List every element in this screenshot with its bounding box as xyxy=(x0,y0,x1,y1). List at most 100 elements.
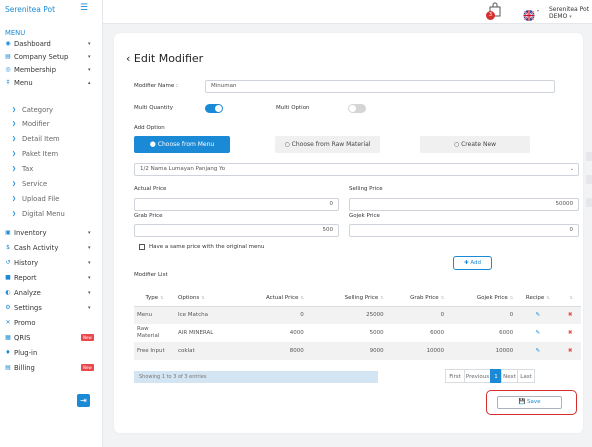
table-body: Menu Ice Matcha 0 25000 0 0 ✎ ✖ Raw Material AIR … xyxy=(134,306,581,360)
grab-price-input[interactable]: 500 xyxy=(134,224,339,237)
menu-select[interactable]: 1/2 Nama Lumayan Panjang Yo ⌄ xyxy=(134,163,579,176)
delete-icon[interactable]: ✖ xyxy=(559,324,581,342)
multi-quantity-label: Multi Quantity xyxy=(134,105,173,111)
page-next-button[interactable]: Next xyxy=(501,369,518,383)
column-header-label: Recipe xyxy=(525,294,545,301)
menu-icon: ◐ xyxy=(5,289,11,296)
side-tab[interactable] xyxy=(586,198,592,207)
chevron-down-icon: ▾ xyxy=(88,230,91,236)
sidebar-item-qris[interactable]: ▦ QRIS New xyxy=(0,332,103,344)
column-header-label: Type xyxy=(145,294,159,301)
column-header[interactable]: Gojek Price ⇅ xyxy=(447,290,517,307)
grab-price-label: Grab Price xyxy=(134,213,163,219)
modifier-name-input[interactable]: Minuman xyxy=(205,80,555,93)
sidebar-item-promo[interactable]: ✕ Promo xyxy=(0,317,103,329)
menu-icon: ◉ xyxy=(5,40,11,47)
sidebar-item-digital-menu[interactable]: ❯ Digital Menu xyxy=(0,208,103,220)
column-header[interactable]: ⇅ xyxy=(559,290,581,307)
side-tab[interactable] xyxy=(586,175,592,184)
sidebar-item-tax[interactable]: ❯ Tax xyxy=(0,163,103,175)
sort-icon: ⇅ xyxy=(569,294,573,300)
sidebar-item-upload-file[interactable]: ❯ Upload File xyxy=(0,193,103,205)
edit-icon[interactable]: ✎ xyxy=(516,306,560,324)
uk-flag-icon[interactable] xyxy=(522,6,536,25)
sidebar-item-cash-activity[interactable]: $ Cash Activity ▾ xyxy=(0,242,103,254)
column-header[interactable]: Recipe ⇅ xyxy=(516,290,560,307)
sidebar-item-dashboard[interactable]: ◉ Dashboard ▾ xyxy=(0,38,103,50)
delete-icon[interactable]: ✖ xyxy=(559,306,581,324)
sidebar-item-label: Detail Item xyxy=(22,135,60,143)
delete-icon[interactable]: ✖ xyxy=(559,342,581,360)
sidebar-item-settings[interactable]: ⚙ Settings ▾ xyxy=(0,302,103,314)
menu-icon: ▦ xyxy=(5,334,11,341)
back-icon[interactable]: ‹ xyxy=(126,52,130,65)
column-header[interactable]: Actual Price ⇅ xyxy=(233,290,307,307)
column-header[interactable]: Selling Price ⇅ xyxy=(306,290,387,307)
add-button[interactable]: ✚ Add xyxy=(453,256,492,270)
sidebar-item-membership[interactable]: ◎ Membership ▾ xyxy=(0,64,103,76)
sidebar-item-detail-item[interactable]: ❯ Detail Item xyxy=(0,133,103,145)
language-chevron-icon[interactable]: ▾ xyxy=(537,8,539,13)
table-row: Raw Material AIR MINERAL 4000 5000 6000 6000 ✎… xyxy=(134,324,581,342)
sidebar-item-billing[interactable]: ▤ Billing New xyxy=(0,362,103,374)
edit-icon[interactable]: ✎ xyxy=(516,324,559,342)
choose-from-menu-button[interactable]: ● Choose from Menu xyxy=(134,136,230,153)
selling-price-label: Selling Price xyxy=(349,186,383,192)
sidebar-item-company-setup[interactable]: ▤ Company Setup ▾ xyxy=(0,51,103,63)
sidebar-item-service[interactable]: ❯ Service xyxy=(0,178,103,190)
sort-icon: ⇅ xyxy=(201,294,205,300)
sidebar-item-menu[interactable]: ‡ Menu ▴ xyxy=(0,77,103,89)
sidebar-item-paket-item[interactable]: ❯ Paket Item xyxy=(0,148,103,160)
sidebar-item-category[interactable]: ❯ Category xyxy=(0,104,103,116)
chevron-down-icon: ▾ xyxy=(88,54,91,60)
column-header[interactable]: Grab Price ⇅ xyxy=(386,290,448,307)
sidebar-item-history[interactable]: ↺ History ▾ xyxy=(0,257,103,269)
sidebar-item-analyze[interactable]: ◐ Analyze ▾ xyxy=(0,287,103,299)
sidebar-item-modifier[interactable]: ❯ Modifier xyxy=(0,118,103,130)
sidebar-item-label: Paket Item xyxy=(22,150,59,158)
hamburger-icon[interactable]: ☰ xyxy=(80,4,88,13)
exit-icon[interactable]: ⇥ xyxy=(77,394,90,407)
page-last-button[interactable]: Last xyxy=(517,369,535,383)
create-new-button[interactable]: ○ Create New xyxy=(420,136,530,153)
page-previous-button[interactable]: Previous xyxy=(464,369,491,383)
plus-circle-icon: ✚ xyxy=(463,260,469,266)
choose-from-raw-material-button[interactable]: ○ Choose from Raw Material xyxy=(275,136,380,153)
column-header-label: Actual Price xyxy=(265,294,299,301)
column-header-label: Selling Price xyxy=(344,294,379,301)
new-badge: New xyxy=(81,364,94,371)
sidebar-item-inventory[interactable]: ▣ Inventory ▾ xyxy=(0,227,103,239)
page-first-button[interactable]: First xyxy=(445,369,465,383)
sort-icon: ⇅ xyxy=(300,294,304,300)
choose-from-raw-material-label: Choose from Raw Material xyxy=(291,141,371,148)
menu-icon: ⚙ xyxy=(5,304,11,311)
page-title-text: Edit Modifier xyxy=(133,52,204,65)
gojek-price-input[interactable]: 0 xyxy=(349,224,579,237)
same-price-checkbox[interactable] xyxy=(139,244,145,250)
multi-quantity-toggle[interactable] xyxy=(205,104,223,113)
same-price-label: Have a same price with the original menu xyxy=(149,244,265,250)
sidebar-item-report[interactable]: ■ Report ▾ xyxy=(0,272,103,284)
cell-option: coklat xyxy=(175,342,234,360)
multi-option-toggle[interactable] xyxy=(348,104,366,113)
sidebar-item-label: History xyxy=(14,259,39,267)
add-option-label: Add Option xyxy=(134,125,165,131)
edit-icon[interactable]: ✎ xyxy=(516,342,560,360)
cell-selling: 5000 xyxy=(369,329,384,336)
create-new-label: Create New xyxy=(461,141,497,148)
save-button[interactable]: 💾 Save xyxy=(497,396,562,409)
cart-icon[interactable]: 3 xyxy=(486,0,502,20)
sidebar-item-plug-in[interactable]: ♦ Plug-in xyxy=(0,347,103,359)
user-menu[interactable]: Serenitea Pot DEMO ▾ xyxy=(549,6,592,20)
modifier-name-label: Modifier Name : xyxy=(134,83,178,89)
brand-name: Serenitea Pot xyxy=(5,5,56,14)
cell-gojek: 10000 xyxy=(447,342,517,360)
column-header[interactable]: Options ⇅ xyxy=(175,290,234,307)
column-header[interactable]: Type ⇅ xyxy=(134,290,176,307)
cell-gojek: 0 xyxy=(447,306,517,324)
selling-price-input[interactable]: 50000 xyxy=(349,198,579,211)
side-tab[interactable] xyxy=(586,152,592,161)
column-header-label: Gojek Price xyxy=(476,294,508,301)
actual-price-input[interactable]: 0 xyxy=(134,198,339,211)
sidebar-item-label: Plug-in xyxy=(14,349,38,357)
